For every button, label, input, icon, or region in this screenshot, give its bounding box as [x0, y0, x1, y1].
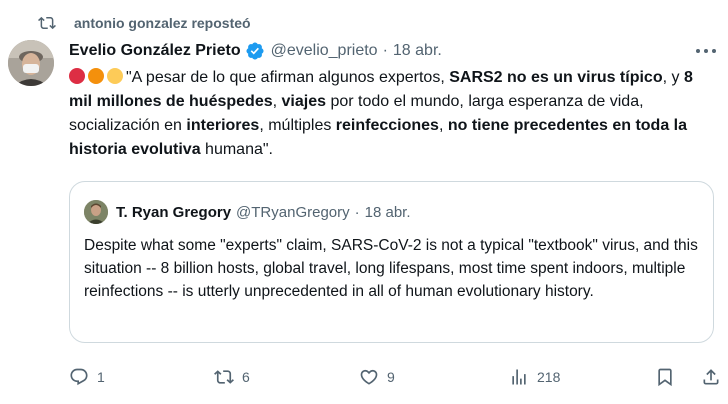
tweet-segment-bold: SARS2 no es un virus típico [449, 69, 663, 86]
bookmark-icon [658, 368, 672, 387]
tweet-segment-bold: reinfecciones [335, 117, 439, 134]
red-circle-icon [69, 68, 85, 84]
share-button[interactable] [701, 364, 721, 390]
verified-badge-icon [246, 42, 264, 60]
bookmark-button[interactable] [655, 364, 675, 390]
quoted-tweet[interactable]: T. Ryan Gregory @TRyanGregory · 18 abr. … [69, 181, 714, 343]
tweet-text: "A pesar de lo que afirman algunos exper… [69, 66, 719, 162]
reply-button[interactable]: 1 [69, 364, 105, 390]
heart-icon [360, 369, 378, 385]
author-handle[interactable]: @evelio_prieto [271, 42, 378, 60]
tweet-segment-bold: viajes [281, 93, 326, 110]
orange-circle-icon [88, 68, 104, 84]
author-avatar[interactable] [8, 40, 54, 86]
quoted-header-separator: · [354, 203, 360, 221]
quoted-author-avatar[interactable] [84, 200, 108, 224]
repost-indicator[interactable]: antonio gonzalez reposteó [38, 12, 251, 34]
views-button[interactable]: 218 [509, 364, 560, 390]
tweet-segment: , múltiples [259, 117, 336, 134]
quoted-author-handle[interactable]: @TRyanGregory [236, 204, 350, 221]
repost-count: 6 [242, 369, 250, 385]
views-count: 218 [537, 369, 561, 385]
author-name[interactable]: Evelio González Prieto [69, 42, 241, 60]
repost-button[interactable]: 6 [214, 364, 250, 390]
tweet-header: Evelio González Prieto @evelio_prieto · … [69, 40, 442, 62]
share-icon [703, 369, 719, 385]
tweet-segment: , [438, 117, 448, 134]
quoted-tweet-text: Despite what some "experts" claim, SARS-… [84, 237, 698, 300]
yellow-circle-icon [107, 68, 123, 84]
like-count: 9 [387, 369, 395, 385]
more-icon[interactable] [696, 42, 716, 60]
action-bar: 1 6 9 218 [69, 364, 719, 390]
tweet-segment-bold: interiores [186, 117, 260, 134]
tweet-date[interactable]: 18 abr. [393, 42, 442, 60]
reply-count: 1 [97, 369, 105, 385]
quoted-tweet-date[interactable]: 18 abr. [365, 204, 411, 221]
repost-icon [214, 370, 234, 384]
repost-text: antonio gonzalez reposteó [74, 15, 251, 31]
tweet-segment: , y [662, 69, 684, 86]
header-separator: · [382, 42, 388, 59]
views-icon [512, 369, 526, 385]
repost-icon [38, 16, 56, 30]
tweet-segment: humana". [200, 141, 273, 158]
like-button[interactable]: 9 [359, 364, 395, 390]
quoted-author-name[interactable]: T. Ryan Gregory [116, 204, 231, 221]
tweet-segment: "A pesar de lo que afirman algunos exper… [126, 69, 450, 86]
tweet-segment: , [272, 93, 282, 110]
reply-icon [70, 368, 88, 386]
quoted-tweet-header: T. Ryan Gregory @TRyanGregory · 18 abr. [84, 200, 411, 224]
